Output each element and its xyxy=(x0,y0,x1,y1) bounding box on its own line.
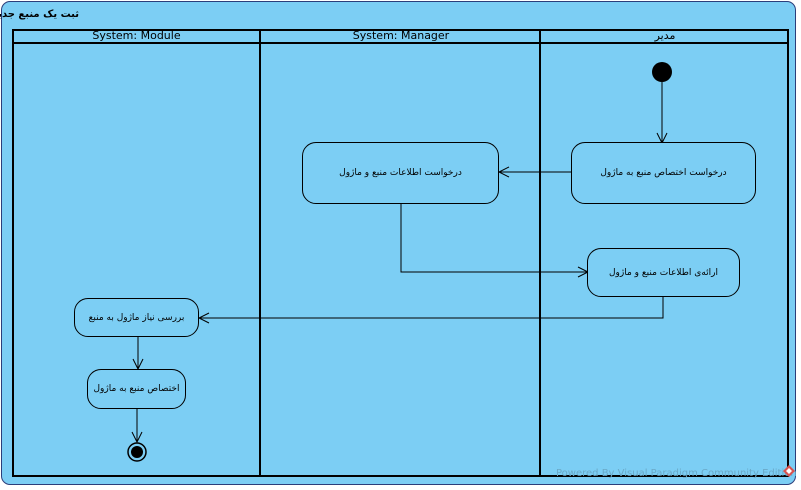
action-provide-info[interactable]: ارائه‌ی اطلاعات منبع و ماژول xyxy=(587,248,740,297)
final-node-core xyxy=(131,446,143,458)
action-check-need[interactable]: بررسی نیاز ماژول به منبع xyxy=(74,298,199,337)
flow-edge xyxy=(400,204,588,273)
action-request-allocation[interactable]: درخواست اختصاص منبع به ماژول xyxy=(571,142,756,204)
flow-edges xyxy=(127,62,672,462)
visual-paradigm-logo-icon xyxy=(783,465,795,477)
flow-edge xyxy=(199,297,664,319)
action-request-info[interactable]: درخواست اطلاعات منبع و ماژول xyxy=(302,142,499,204)
action-allocate-resource[interactable]: اختصاص منبع به ماژول xyxy=(87,369,186,409)
watermark: Powered By Visual Paradigm Community Edi… xyxy=(556,468,797,479)
initial-node xyxy=(652,62,672,82)
